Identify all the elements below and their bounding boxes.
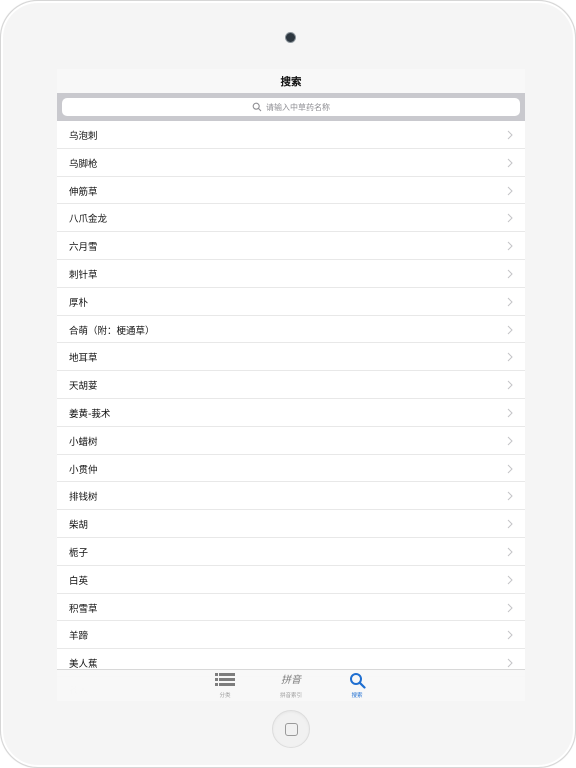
list-item[interactable]: 乌脚枪 — [57, 148, 525, 177]
list-item-label: 厚朴 — [69, 297, 89, 309]
list-item[interactable]: 伸筋草 — [57, 176, 525, 205]
search-bar: 请输入中草药名称 — [57, 93, 525, 121]
chevron-right-icon — [507, 380, 513, 390]
pinyin-icon: 拼音 — [281, 675, 301, 686]
list-item-label: 刺针草 — [69, 270, 98, 281]
chevron-right-icon — [507, 269, 513, 279]
list-item-label: 姜黄-莪术 — [69, 409, 111, 420]
chevron-right-icon — [507, 631, 513, 640]
chevron-right-icon — [507, 575, 513, 585]
list-item-label: 柴胡 — [69, 520, 89, 532]
chevron-right-icon — [507, 658, 513, 668]
list-icon — [215, 673, 235, 686]
list-item[interactable]: 厚朴 — [57, 287, 525, 316]
list-item[interactable]: 刺针草 — [57, 260, 525, 288]
search-icon — [349, 673, 366, 689]
chevron-right-icon — [507, 158, 513, 168]
page-title: 搜索 — [280, 76, 302, 88]
chevron-right-icon — [507, 408, 513, 418]
chevron-right-icon — [507, 186, 513, 195]
chevron-right-icon — [507, 353, 513, 362]
tab-pinyin-index[interactable]: 拼音 拼音索引 — [261, 672, 321, 700]
chevron-right-icon — [507, 297, 513, 307]
list-item-label: 小贯仲 — [69, 464, 98, 476]
list-item-label: 天胡荽 — [69, 381, 98, 393]
list-item-label: 乌脚枪 — [69, 158, 98, 170]
list-item[interactable]: 积雪草 — [57, 593, 525, 622]
tab-label: 分类 — [219, 693, 231, 699]
app-screen: 搜索 请输入中草药名称 乌泡刺 乌脚枪 伸筋草 八爪金龙 六月雪 刺针草 厚朴 … — [57, 69, 525, 701]
list-item[interactable]: 八爪金龙 — [57, 204, 525, 233]
search-input[interactable]: 请输入中草药名称 — [62, 98, 520, 116]
tab-search[interactable]: 搜索 — [327, 672, 387, 700]
list-item-label: 小蜡树 — [69, 436, 98, 448]
list-item[interactable]: 地耳草 — [57, 343, 525, 372]
navigation-bar: 搜索 — [57, 69, 525, 93]
list-item[interactable]: 合萌（附：梗通草） — [57, 315, 525, 344]
list-item-label: 积雪草 — [69, 603, 98, 615]
home-button[interactable] — [272, 710, 310, 748]
list-item[interactable]: 柴胡 — [57, 510, 525, 538]
list-item-label: 伸筋草 — [69, 186, 98, 198]
magnifier-icon — [252, 102, 262, 112]
list-item[interactable]: 小贯仲 — [57, 454, 525, 483]
chevron-right-icon — [507, 547, 513, 557]
chevron-right-icon — [507, 241, 513, 251]
tab-label: 拼音索引 — [279, 693, 302, 699]
list-item[interactable]: 天胡荽 — [57, 371, 525, 399]
chevron-right-icon — [507, 325, 513, 334]
list-item[interactable]: 六月雪 — [57, 232, 525, 260]
search-placeholder: 请输入中草药名称 — [266, 102, 330, 112]
list-item-label: 白英 — [69, 575, 89, 587]
list-item-label: 乌泡刺 — [69, 131, 98, 142]
list-item-label: 羊蹄 — [69, 631, 89, 643]
list-item[interactable]: 栀子 — [57, 538, 525, 566]
chevron-right-icon — [507, 464, 513, 473]
chevron-right-icon — [507, 214, 513, 223]
tab-bar: 分类 拼音 拼音索引 搜索 — [57, 669, 525, 701]
list-item[interactable]: 姜黄-莪术 — [57, 399, 525, 427]
list-item-label: 地耳草 — [69, 353, 98, 365]
list-item[interactable]: 小蜡树 — [57, 426, 525, 455]
list-item-label: 排钱树 — [69, 492, 98, 504]
list-item[interactable]: 排钱树 — [57, 482, 525, 511]
list-item-label: 六月雪 — [69, 242, 98, 254]
front-camera — [286, 33, 295, 42]
chevron-right-icon — [507, 603, 513, 612]
ipad-frame: 搜索 请输入中草药名称 乌泡刺 乌脚枪 伸筋草 八爪金龙 六月雪 刺针草 厚朴 … — [0, 0, 576, 768]
list-item[interactable]: 乌泡刺 — [57, 121, 525, 149]
list-item-label: 八爪金龙 — [69, 214, 108, 226]
chevron-right-icon — [507, 436, 513, 446]
chevron-right-icon — [507, 130, 513, 140]
list-item-label: 合萌（附：梗通草） — [69, 325, 155, 337]
chevron-right-icon — [507, 519, 513, 529]
list-item[interactable]: 羊蹄 — [57, 621, 525, 650]
tab-label: 搜索 — [351, 693, 363, 699]
chevron-right-icon — [507, 492, 513, 501]
list-item[interactable]: 白英 — [57, 565, 525, 594]
list-item-label: 栀子 — [69, 548, 89, 559]
home-square-icon — [285, 723, 298, 736]
tab-category[interactable]: 分类 — [195, 672, 255, 700]
